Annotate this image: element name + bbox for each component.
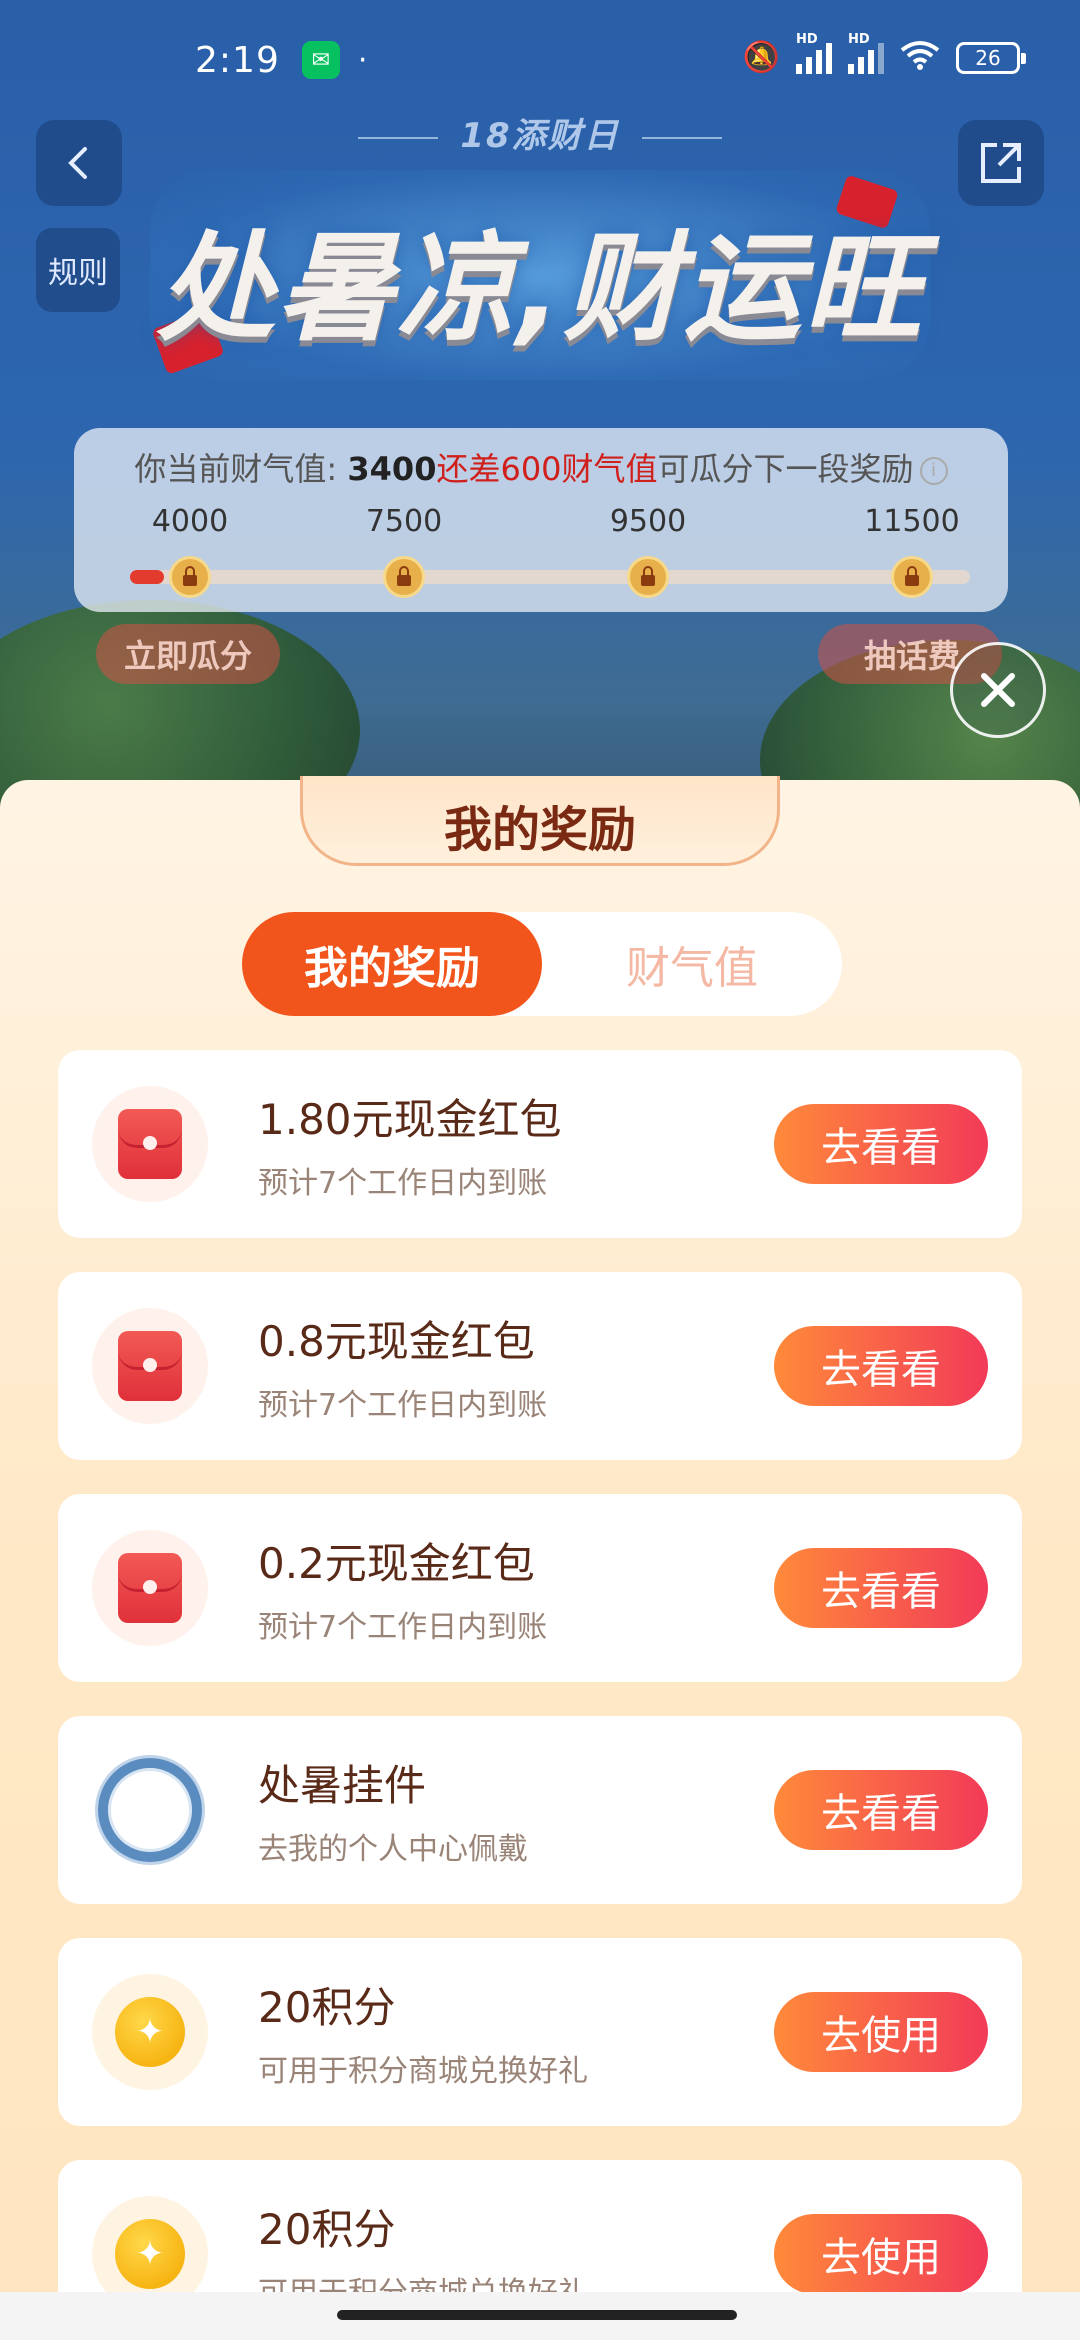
tab-my-rewards[interactable]: 我的奖励 (242, 912, 542, 1016)
reward-title: 20积分 (258, 2205, 396, 2254)
rewards-sheet: 我的奖励 我的奖励 财气值 1.80元现金红包 预计7个工作日内到账 去看看 0… (0, 776, 1080, 2340)
avatar-frame-icon (98, 1758, 202, 1862)
banner-title: 处暑凉,财运旺 (156, 219, 924, 357)
mute-icon: 🔕 (742, 40, 780, 75)
progress-panel: 你当前财气值: 3400还差600财气值可瓜分下一段奖励 i 4000 7500 … (74, 428, 1008, 612)
reward-card: 0.2元现金红包 预计7个工作日内到账 去看看 (58, 1494, 1022, 1682)
reward-desc: 预计7个工作日内到账 (258, 1388, 548, 1423)
screen: 2:19 ✉ · 🔕 HD HD 26 规则 18添财日 处暑凉,财运旺 你当前… (0, 0, 1080, 2340)
milestone-label: 9500 (609, 504, 687, 539)
reward-card: ✦ 20积分 可用于积分商城兑换好礼 去使用 (58, 1938, 1022, 2126)
status-time: 2:19 (195, 39, 280, 81)
reward-desc: 去我的个人中心佩戴 (258, 1832, 528, 1867)
progress-track (130, 570, 970, 584)
reward-list: 1.80元现金红包 预计7个工作日内到账 去看看 0.8元现金红包 预计7个工作… (58, 1050, 1022, 2340)
close-sheet-button[interactable] (950, 642, 1046, 738)
info-icon[interactable]: i (919, 457, 948, 485)
reward-icon (92, 1086, 208, 1202)
reward-title: 1.80元现金红包 (258, 1095, 562, 1144)
reward-icon (92, 1308, 208, 1424)
reward-title: 处暑挂件 (258, 1761, 427, 1810)
view-button[interactable]: 去看看 (774, 1770, 988, 1850)
reward-desc: 预计7个工作日内到账 (258, 1166, 548, 1201)
lock-icon (169, 556, 211, 598)
lock-icon (383, 556, 425, 598)
reward-card: 处暑挂件 去我的个人中心佩戴 去看看 (58, 1716, 1022, 1904)
close-icon (981, 673, 1015, 707)
progress-suffix: 可瓜分下一段奖励 (657, 450, 914, 488)
reward-card: 1.80元现金红包 预计7个工作日内到账 去看看 (58, 1050, 1022, 1238)
red-packet-icon (118, 1109, 182, 1179)
reward-icon: ✦ (92, 1974, 208, 2090)
segmented-control: 我的奖励 财气值 (242, 912, 842, 1016)
use-button[interactable]: 去使用 (774, 1992, 988, 2072)
reward-title: 0.8元现金红包 (258, 1317, 535, 1366)
red-packet-icon (118, 1331, 182, 1401)
signal-icon: HD (848, 32, 884, 74)
lock-icon (891, 556, 933, 598)
progress-fill (130, 570, 164, 584)
sheet-title: 我的奖励 (443, 802, 636, 858)
view-button[interactable]: 去看看 (774, 1104, 988, 1184)
reward-icon (92, 1752, 208, 1868)
milestone-label: 4000 (151, 504, 229, 539)
wifi-icon (900, 40, 940, 76)
battery-icon: 26 (956, 42, 1026, 74)
reward-title: 0.2元现金红包 (258, 1539, 535, 1588)
milestone-label: 7500 (365, 504, 443, 539)
status-bar: 2:19 ✉ · 🔕 HD HD 26 (0, 0, 1080, 120)
gap-text: 还差600财气值 (436, 450, 658, 488)
claim-now-button[interactable]: 立即瓜分 (96, 624, 280, 684)
red-packet-icon (118, 1553, 182, 1623)
view-button[interactable]: 去看看 (774, 1326, 988, 1406)
reward-desc: 预计7个工作日内到账 (258, 1610, 548, 1645)
view-button[interactable]: 去看看 (774, 1548, 988, 1628)
wechat-icon: ✉ (301, 41, 340, 79)
progress-prefix: 你当前财气值: (134, 450, 348, 488)
reward-icon (92, 1530, 208, 1646)
home-indicator[interactable] (337, 2310, 737, 2320)
tab-fortune-value[interactable]: 财气值 (542, 912, 842, 1016)
signal-hd-label: HD (796, 32, 818, 47)
lock-icon (627, 556, 669, 598)
reward-desc: 可用于积分商城兑换好礼 (258, 2054, 588, 2089)
use-button[interactable]: 去使用 (774, 2214, 988, 2294)
signal-hd-label: HD (848, 32, 870, 47)
signal-icon: HD (796, 32, 832, 74)
progress-headline: 你当前财气值: 3400还差600财气值可瓜分下一段奖励 i (74, 444, 1008, 490)
reward-title: 20积分 (258, 1983, 396, 2032)
status-icons: 🔕 HD HD 26 (742, 32, 1026, 76)
milestone-label: 11500 (864, 504, 960, 539)
status-dot: · (357, 42, 368, 78)
current-value: 3400 (347, 450, 437, 488)
event-subtitle: 18添财日 (0, 108, 1080, 157)
points-coin-icon: ✦ (115, 1997, 185, 2067)
points-coin-icon: ✦ (115, 2219, 185, 2289)
reward-card: 0.8元现金红包 预计7个工作日内到账 去看看 (58, 1272, 1022, 1460)
